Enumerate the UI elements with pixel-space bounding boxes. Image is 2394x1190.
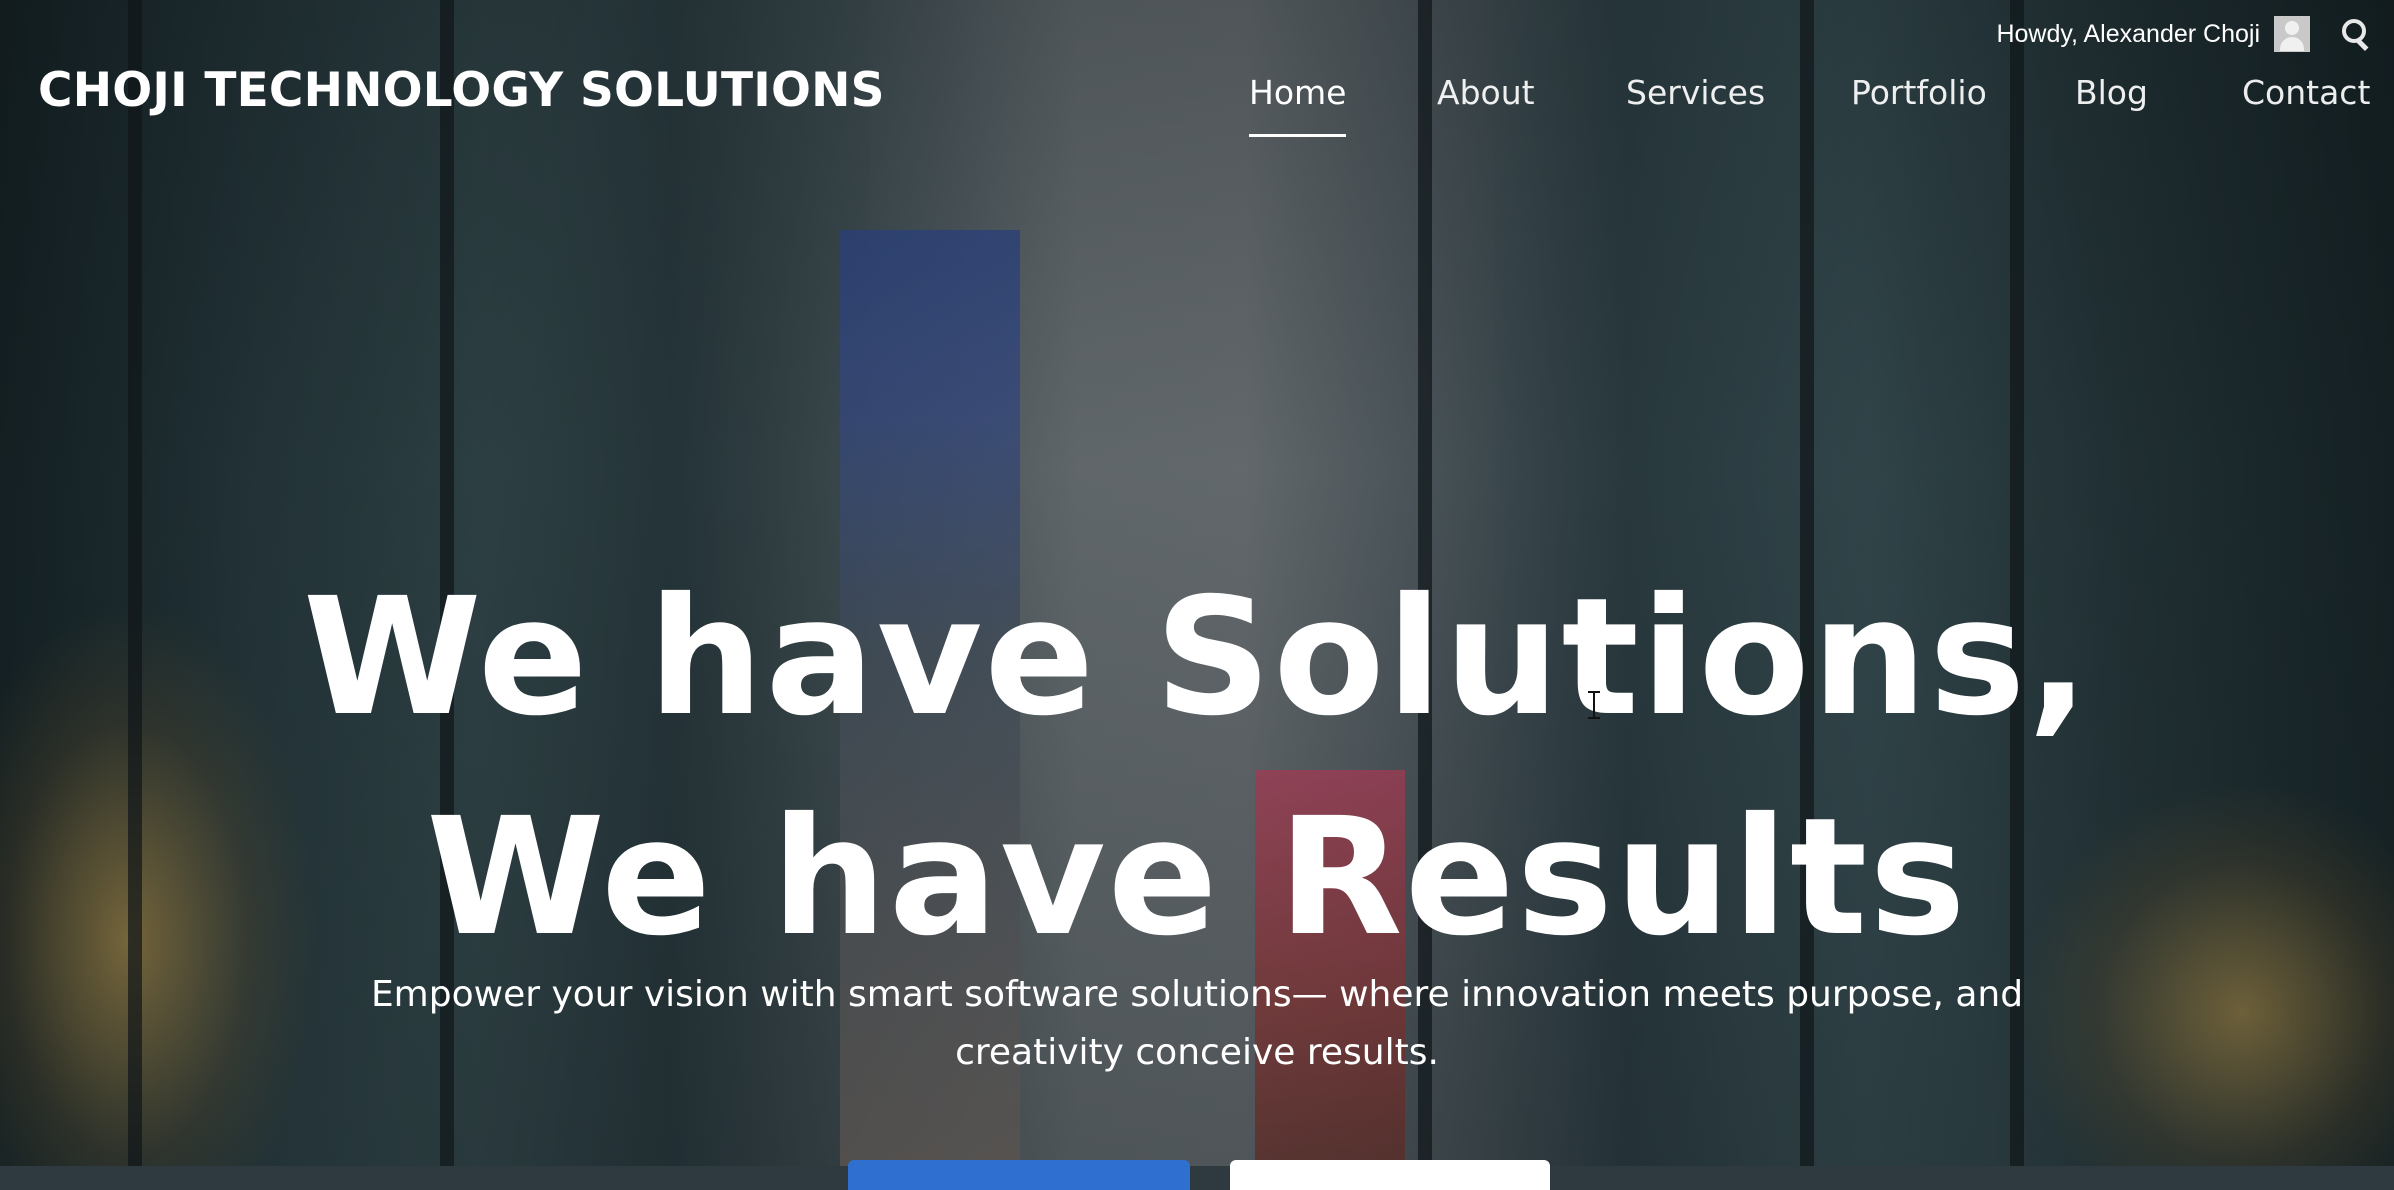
admin-bar: Howdy, Alexander Choji bbox=[1996, 12, 2374, 56]
nav-home[interactable]: Home bbox=[1249, 70, 1347, 137]
headline-line-1: We have Solutions, bbox=[302, 564, 2092, 752]
nav-contact[interactable]: Contact bbox=[2242, 70, 2370, 116]
nav-about[interactable]: About bbox=[1437, 70, 1535, 116]
user-avatar-icon[interactable] bbox=[2274, 16, 2310, 52]
nav-services[interactable]: Services bbox=[1626, 70, 1765, 116]
site-brand[interactable]: CHOJI TECHNOLOGY SOLUTIONS bbox=[38, 63, 885, 118]
text-cursor-icon bbox=[1587, 689, 1601, 721]
search-icon[interactable] bbox=[2340, 17, 2374, 52]
headline-line-2: We have Results bbox=[426, 784, 1968, 972]
hero-subtitle: Empower your vision with smart software … bbox=[370, 974, 2024, 1073]
secondary-cta-button[interactable] bbox=[1230, 1160, 1550, 1190]
nav-portfolio[interactable]: Portfolio bbox=[1851, 70, 1987, 116]
howdy-user-link[interactable]: Howdy, Alexander Choji bbox=[1996, 20, 2260, 49]
primary-cta-button[interactable] bbox=[848, 1160, 1190, 1190]
nav-blog[interactable]: Blog bbox=[2075, 70, 2148, 116]
main-navigation: Home About Services Portfolio Blog Conta… bbox=[1234, 70, 2394, 140]
hero-headline: We have Solutions, We have Results bbox=[0, 548, 2394, 988]
